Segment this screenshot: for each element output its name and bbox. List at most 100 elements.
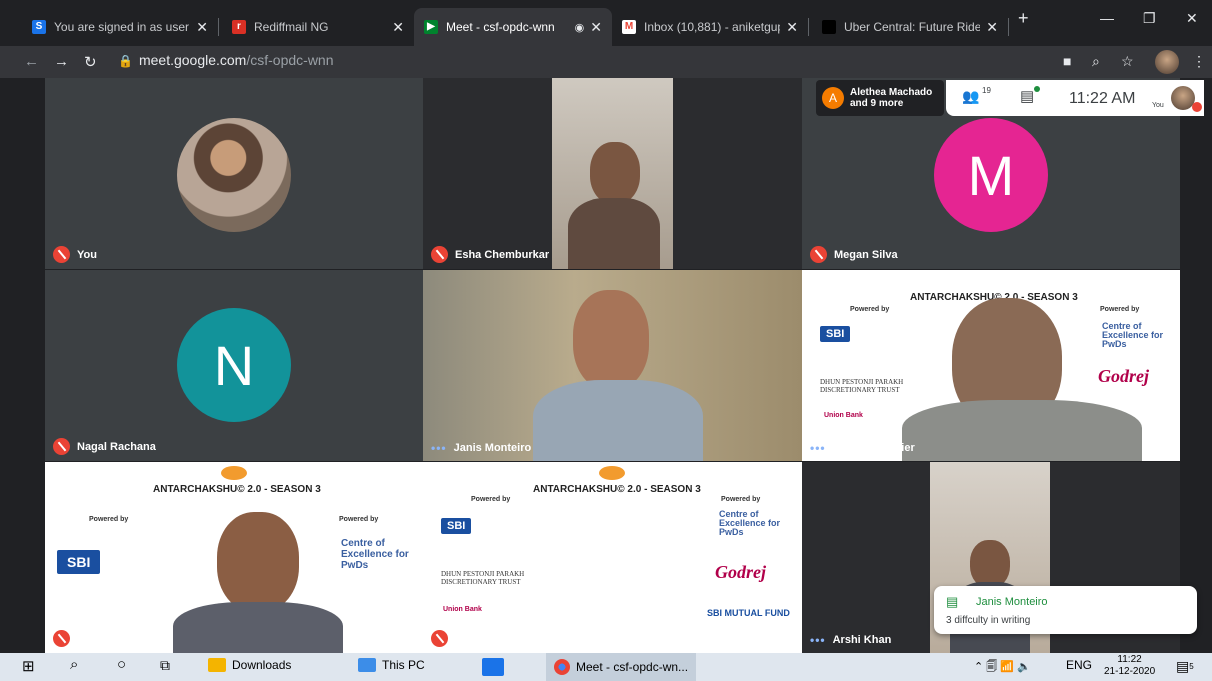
tile-janis[interactable]: ••• Janis Monteiro — [423, 270, 802, 461]
tile-label: ••• Janis Monteiro — [431, 441, 532, 455]
windows-start-icon[interactable]: ⊞ — [22, 657, 35, 675]
mic-off-icon — [53, 630, 70, 647]
antarchakshu-logo — [221, 466, 247, 480]
tab-separator — [218, 18, 219, 36]
taskbar-item-downloads[interactable]: Downloads — [208, 658, 291, 672]
sbi-logo: SBI — [57, 550, 101, 574]
meeting-time: 11:22 AM — [1069, 90, 1136, 107]
powered-by-label: Powered by — [721, 496, 761, 503]
tab-separator — [1008, 18, 1009, 36]
tile-sam[interactable]: ANTARCHAKSHU© 2.0 - SEASON 3 Powered by … — [423, 462, 802, 653]
lock-icon: 🔒 — [118, 54, 133, 68]
person-body — [568, 198, 660, 269]
person-body — [173, 602, 343, 653]
close-icon[interactable]: ✕ — [590, 19, 602, 36]
app-icon — [482, 658, 504, 676]
address-bar: ← → ↻ 🔒 meet.google.com/csf-opdc-wnn ■ ⌕ … — [0, 46, 1212, 78]
bookmark-star-icon[interactable]: ☆ — [1121, 53, 1134, 70]
union-bank-logo: Union Bank — [824, 412, 863, 419]
slide-title: ANTARCHAKSHU© 2.0 - SEASON 3 — [533, 484, 701, 495]
participants-pill[interactable]: A Alethea Machado and 9 more — [816, 80, 944, 116]
tab-gmail[interactable]: M Inbox (10,881) - aniketgupt ✕ — [612, 8, 808, 46]
sbi-mf-logo: SBI MUTUAL FUND — [707, 608, 790, 618]
cortana-icon[interactable]: ○ — [117, 656, 126, 673]
mic-off-icon — [1192, 102, 1202, 112]
mic-off-icon — [53, 438, 70, 455]
tile-label: Sam Taraporevala — [431, 630, 544, 647]
powered-by-label: Powered by — [89, 516, 129, 523]
godrej-logo: Godrej — [1098, 366, 1149, 386]
tab-separator — [808, 18, 809, 36]
browser-tab-bar: S You are signed in as user ✕ r Rediffma… — [0, 0, 1212, 46]
person-body — [902, 400, 1142, 461]
coe-logo: Centre of Excellence for PwDs — [1102, 321, 1164, 349]
tile-nagal[interactable]: N Nagal Rachana — [45, 270, 423, 461]
clock[interactable]: 11:22 21-12-2020 — [1104, 654, 1155, 678]
speaking-dots-icon: ••• — [810, 633, 826, 647]
tile-label: Megan Silva — [810, 246, 898, 263]
tab-signed-in[interactable]: S You are signed in as user ✕ — [22, 8, 218, 46]
folder-icon — [208, 658, 226, 672]
powered-by-label: Powered by — [471, 496, 511, 503]
chat-notification[interactable]: ▤ Janis Monteiro 3 diffculty in writing — [934, 586, 1197, 634]
camera-icon[interactable]: ■ — [1063, 53, 1071, 69]
person-head — [573, 290, 649, 390]
url-field[interactable]: 🔒 meet.google.com/csf-opdc-wnn — [118, 52, 334, 68]
chat-badge — [1034, 86, 1040, 92]
taskbar-item-chrome[interactable]: Meet - csf-opdc-wn... — [546, 653, 696, 681]
tile-esha[interactable]: Esha Chemburkar — [423, 78, 802, 269]
close-icon[interactable]: ✕ — [986, 19, 998, 36]
person-body — [533, 380, 703, 461]
tile-label: ••• Krishna Warrier — [810, 441, 915, 455]
close-icon[interactable]: ✕ — [392, 19, 404, 36]
close-icon[interactable]: ✕ — [786, 19, 798, 36]
language-indicator[interactable]: ENG — [1066, 658, 1092, 672]
participant-count: 19 — [982, 86, 991, 95]
avatar: M — [934, 118, 1048, 232]
mic-off-icon — [431, 630, 448, 647]
coe-logo: Centre of Excellence for PwDs — [341, 538, 409, 571]
taskbar-item-thispc[interactable]: This PC — [358, 658, 425, 672]
zoom-icon[interactable]: ⌕ — [1092, 53, 1100, 70]
tile-krishna[interactable]: ANTARCHAKSHU© 2.0 - SEASON 3 Powered by … — [802, 270, 1180, 461]
minimize-icon[interactable]: — — [1100, 10, 1114, 26]
gmail-logo-icon: M — [622, 20, 636, 34]
powered-by-label: Powered by — [339, 516, 379, 523]
tab-meet[interactable]: ▶ Meet - csf-opdc-wnn ◉ ✕ — [414, 8, 612, 46]
back-icon[interactable]: ← — [24, 53, 39, 70]
meet-logo-icon: ▶ — [424, 20, 438, 34]
dhun-logo: DHUN PESTONJI PARAKH DISCRETIONARY TRUST — [441, 570, 525, 586]
computer-icon — [358, 658, 376, 672]
person-head — [590, 142, 640, 204]
coe-logo: Centre of Excellence for PwDs — [719, 509, 781, 537]
chat-icon: ▤ — [946, 594, 959, 609]
s-logo-icon: S — [32, 20, 46, 34]
godrej-logo: Godrej — [715, 562, 766, 582]
tray-icons[interactable]: ⌃ 🗐 📶 🔈 — [974, 658, 1031, 677]
taskbar-item-app[interactable] — [482, 658, 510, 676]
tile-kailash[interactable]: ANTARCHAKSHU© 2.0 - SEASON 3 Powered by … — [45, 462, 423, 653]
meet-info-bar: 👥 19 ▤ 11:22 AM You — [946, 80, 1204, 116]
menu-dots-icon[interactable]: ⋮ — [1192, 53, 1206, 70]
recording-icon: ◉ — [574, 21, 585, 34]
search-icon[interactable]: ⌕ — [70, 656, 78, 673]
video-feed — [552, 78, 673, 269]
tab-uber[interactable]: Uber Central: Future Rides ✕ — [812, 8, 1008, 46]
task-view-icon[interactable]: ⧉ — [160, 657, 170, 674]
tile-you[interactable]: You — [45, 78, 423, 269]
new-tab-button[interactable]: + — [1018, 8, 1029, 29]
people-icon[interactable]: 👥 — [962, 88, 979, 105]
powered-by-label: Powered by — [1100, 306, 1140, 313]
rediff-logo-icon: r — [232, 20, 246, 34]
speaking-dots-icon: ••• — [810, 441, 826, 455]
forward-icon[interactable]: → — [54, 53, 69, 70]
restore-icon[interactable]: ❐ — [1143, 10, 1156, 27]
close-icon[interactable]: ✕ — [196, 19, 208, 36]
tab-rediffmail[interactable]: r Rediffmail NG ✕ — [222, 8, 414, 46]
chat-icon[interactable]: ▤ — [1020, 87, 1034, 105]
window-close-icon[interactable]: ✕ — [1186, 10, 1198, 27]
notification-icon[interactable]: ▤ 5 — [1176, 658, 1194, 675]
taskbar: ⊞ ⌕ ○ ⧉ Downloads This PC Meet - csf-opd… — [0, 653, 1212, 681]
reload-icon[interactable]: ↻ — [84, 53, 97, 71]
profile-avatar[interactable] — [1155, 50, 1179, 74]
